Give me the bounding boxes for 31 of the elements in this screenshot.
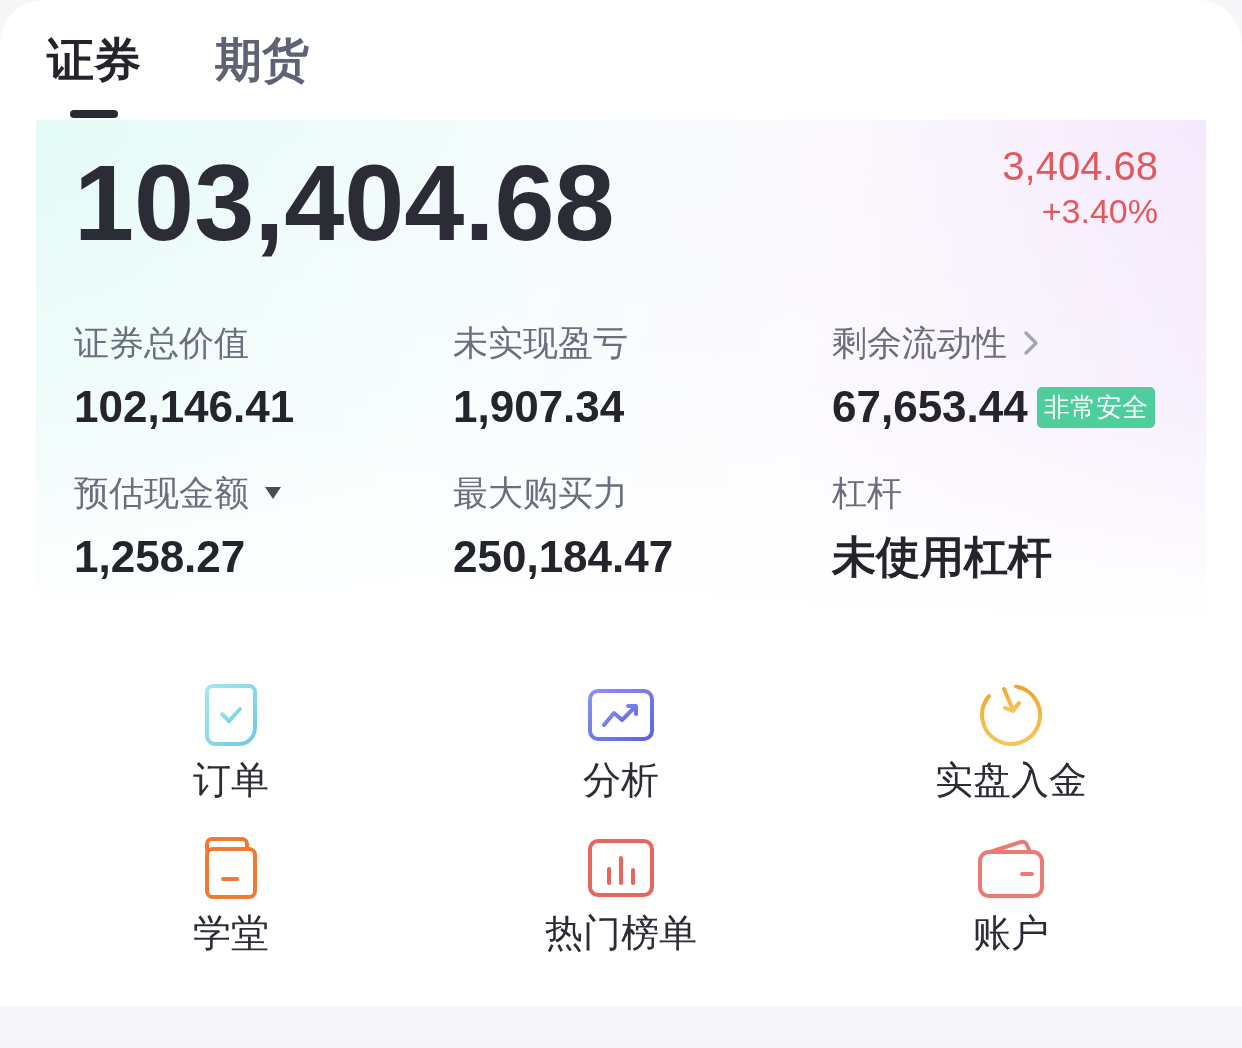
metric-value: 102,146.41 — [74, 381, 295, 433]
status-badge: 非常安全 — [1036, 386, 1155, 428]
metric-label: 预估现金额 — [74, 472, 249, 514]
daily-change-value: 3,404.68 — [1002, 146, 1158, 186]
trend-chart-icon — [588, 689, 654, 741]
dropdown-triangle-icon[interactable] — [265, 487, 281, 499]
shortcut-button[interactable]: 学堂 — [193, 836, 269, 956]
folder-icon — [205, 837, 257, 899]
metric-label: 剩余流动性 — [832, 322, 1007, 364]
bar-chart-icon — [588, 839, 654, 897]
shortcut-button[interactable]: 热门榜单 — [545, 836, 697, 956]
total-assets-value: 103,404.68 — [74, 149, 615, 257]
metric-value: 1,907.34 — [453, 381, 625, 433]
metric-label: 最大购买力 — [453, 472, 628, 514]
metric-value: 250,184.47 — [453, 531, 674, 583]
document-check-icon — [205, 684, 257, 746]
metric-label: 未实现盈亏 — [453, 322, 628, 364]
metric-label: 证券总价值 — [74, 322, 249, 364]
shortcut-button[interactable]: 实盘入金 — [935, 683, 1087, 803]
metric-value: 67,653.44 — [832, 381, 1028, 433]
circle-arrow-icon — [979, 683, 1043, 747]
metric-label: 杠杆 — [832, 472, 902, 514]
metric-value: 1,258.27 — [74, 531, 246, 583]
tab[interactable]: 证券 — [47, 30, 141, 118]
daily-change-percent: +3.40% — [1041, 192, 1158, 230]
shortcut-button[interactable]: 账户 — [973, 836, 1049, 956]
metric-value: 未使用杠杆 — [832, 531, 1052, 583]
shortcut-button[interactable]: 分析 — [583, 683, 659, 803]
shortcut-button[interactable]: 订单 — [193, 683, 269, 803]
wallet-icon — [978, 838, 1044, 898]
tab[interactable]: 期货 — [215, 30, 309, 118]
